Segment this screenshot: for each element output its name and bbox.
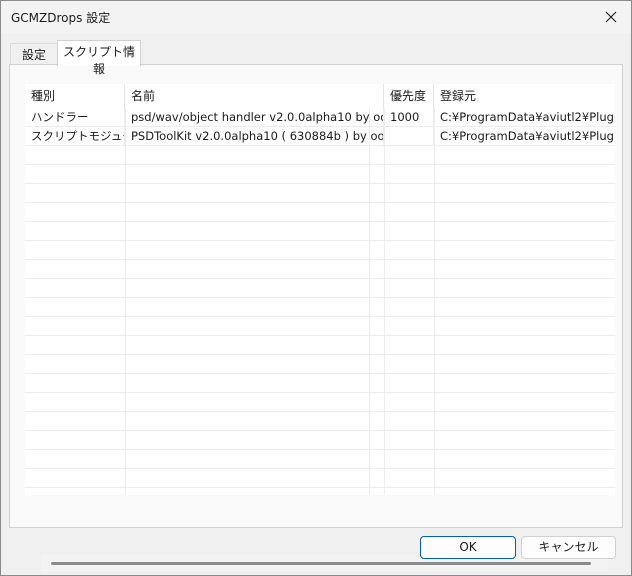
empty-row [25,374,615,393]
empty-row [25,336,615,355]
cell-source: C:¥ProgramData¥aviutl2¥Plugin¥P [440,129,615,143]
ok-button[interactable]: OK [420,536,516,559]
tab-panel: 種別 名前 優先度 登録元 ハンドラー psd/wav/object handl… [9,64,623,572]
empty-row [25,469,615,488]
cell-source: C:¥ProgramData¥aviutl2¥Plugin¥P [440,110,615,124]
tab-script-info[interactable]: スクリプト情報 [57,40,141,76]
empty-row [25,412,615,431]
column-header-priority[interactable]: 優先度 [384,84,434,108]
empty-row [25,431,615,450]
cell-name: PSDToolKit v2.0.0alpha10 ( 630884b ) by … [125,127,384,145]
table-row[interactable]: スクリプトモジュール PSDToolKit v2.0.0alpha10 ( 63… [25,127,615,146]
title-bar: GCMZDrops 設定 [1,1,631,33]
empty-row [25,165,615,184]
cell-type: スクリプトモジュール [25,127,125,145]
empty-row [25,355,615,374]
empty-row [25,184,615,203]
empty-row [25,146,615,165]
close-icon [605,11,617,23]
cancel-button[interactable]: キャンセル [521,536,616,559]
empty-row [25,279,615,298]
empty-row [25,488,615,495]
empty-row [25,203,615,222]
empty-row [25,450,615,469]
empty-row [25,241,615,260]
empty-row [25,222,615,241]
tab-settings[interactable]: 設定 [10,43,58,64]
scrollbar-thumb[interactable] [51,562,591,565]
empty-row [25,317,615,336]
script-list[interactable]: 種別 名前 優先度 登録元 ハンドラー psd/wav/object handl… [25,84,615,495]
cell-priority [384,127,434,145]
column-header-name[interactable]: 名前 [125,84,384,108]
column-header-source[interactable]: 登録元 [434,84,615,108]
empty-row [25,260,615,279]
column-header-type[interactable]: 種別 [25,84,125,108]
empty-row [25,393,615,412]
close-button[interactable] [591,1,631,33]
empty-row [25,298,615,317]
cell-priority: 1000 [384,108,434,126]
window-title: GCMZDrops 設定 [11,11,111,25]
cell-type: ハンドラー [25,108,125,126]
cell-name: psd/wav/object handler v2.0.0alpha10 by … [125,108,384,126]
settings-dialog: GCMZDrops 設定 設定 スクリプト情報 種別 名前 優先度 登録元 ハン… [0,0,632,576]
table-row[interactable]: ハンドラー psd/wav/object handler v2.0.0alpha… [25,108,615,127]
